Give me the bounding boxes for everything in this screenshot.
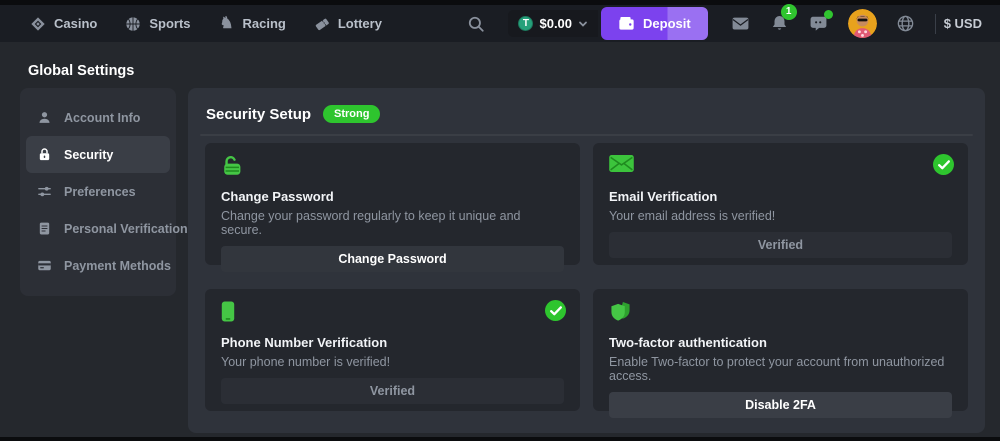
card-title: Phone Number Verification xyxy=(221,335,564,350)
nav-actions: T $0.00 Deposit 1 xyxy=(467,7,982,40)
vertical-divider xyxy=(935,14,936,34)
bottom-edge xyxy=(0,437,1000,441)
avatar[interactable] xyxy=(848,9,877,38)
sidebar-item-label: Preferences xyxy=(64,185,136,199)
balance-selector[interactable]: T $0.00 xyxy=(508,10,598,37)
chevron-down-icon xyxy=(578,19,588,29)
casino-diamond-icon xyxy=(30,16,46,32)
card-title: Two-factor authentication xyxy=(609,335,952,350)
tether-coin-icon: T xyxy=(518,16,533,31)
card-title: Change Password xyxy=(221,189,564,204)
lock-open-icon xyxy=(221,155,564,176)
card-description: Change your password regularly to keep i… xyxy=(221,209,564,237)
deposit-button[interactable]: Deposit xyxy=(601,7,708,40)
wallet-group: T $0.00 Deposit xyxy=(508,7,707,40)
nav-item-racing[interactable]: ♞ Racing xyxy=(219,16,286,32)
phone-verified-button[interactable]: Verified xyxy=(221,378,564,404)
card-email-verification: Email Verification Your email address is… xyxy=(593,143,968,265)
change-password-button[interactable]: Change Password xyxy=(221,246,564,272)
nav-item-lottery[interactable]: Lottery xyxy=(314,16,382,32)
nav-sections: Casino Sports ♞ Racing Lottery xyxy=(30,16,382,32)
sidebar-item-label: Account Info xyxy=(64,111,140,125)
phone-icon xyxy=(221,301,564,322)
security-setup-panel: Security Setup Strong Change Password Ch… xyxy=(188,88,985,433)
nav-item-label: Lottery xyxy=(338,16,382,31)
sidebar-item-label: Personal Verification xyxy=(64,222,188,236)
balance-amount: $0.00 xyxy=(539,16,572,31)
card-phone-verification: Phone Number Verification Your phone num… xyxy=(205,289,580,411)
security-cards-grid: Change Password Change your password reg… xyxy=(205,143,968,411)
deposit-label: Deposit xyxy=(643,16,691,31)
currency-selector[interactable]: $ USD xyxy=(935,14,982,34)
card-description: Your phone number is verified! xyxy=(221,355,564,369)
sidebar-item-preferences[interactable]: Preferences xyxy=(26,173,170,210)
sidebar-item-label: Payment Methods xyxy=(64,259,171,273)
notifications-bell-icon[interactable]: 1 xyxy=(770,14,790,34)
panel-title: Security Setup xyxy=(206,106,311,123)
nav-item-label: Racing xyxy=(243,16,286,31)
inbox-icon[interactable] xyxy=(731,14,751,34)
chat-icon[interactable] xyxy=(809,14,829,34)
sliders-icon xyxy=(37,184,52,199)
settings-sidebar: Account Info Security Preferences Person… xyxy=(20,88,176,296)
nav-item-label: Casino xyxy=(54,16,97,31)
credit-card-icon xyxy=(37,258,52,273)
lock-icon xyxy=(37,147,52,162)
notification-count-badge: 1 xyxy=(781,4,797,20)
nav-item-sports[interactable]: Sports xyxy=(125,16,190,32)
card-title: Email Verification xyxy=(609,189,952,204)
email-verified-button[interactable]: Verified xyxy=(609,232,952,258)
sidebar-item-account-info[interactable]: Account Info xyxy=(26,99,170,136)
lottery-ticket-icon xyxy=(314,16,330,32)
verified-check-icon xyxy=(545,300,566,321)
sidebar-item-security[interactable]: Security xyxy=(26,136,170,173)
chat-online-dot xyxy=(824,10,833,19)
person-icon xyxy=(37,110,52,125)
verified-check-icon xyxy=(933,154,954,175)
card-description: Enable Two-factor to protect your accoun… xyxy=(609,355,952,383)
card-two-factor: Two-factor authentication Enable Two-fac… xyxy=(593,289,968,411)
sidebar-item-label: Security xyxy=(64,148,113,162)
panel-header: Security Setup Strong xyxy=(188,88,985,134)
top-navbar: Casino Sports ♞ Racing Lottery T $0.00 xyxy=(0,5,1000,42)
header-divider xyxy=(200,134,973,136)
sidebar-item-payment-methods[interactable]: Payment Methods xyxy=(26,247,170,284)
disable-2fa-button[interactable]: Disable 2FA xyxy=(609,392,952,418)
envelope-icon xyxy=(609,155,952,176)
document-icon xyxy=(37,221,52,236)
card-change-password: Change Password Change your password reg… xyxy=(205,143,580,265)
globe-language-icon[interactable] xyxy=(896,14,916,34)
search-icon[interactable] xyxy=(467,15,485,33)
nav-item-casino[interactable]: Casino xyxy=(30,16,97,32)
page-title: Global Settings xyxy=(28,63,134,79)
sports-ball-icon xyxy=(125,16,141,32)
sidebar-item-personal-verification[interactable]: Personal Verification xyxy=(26,210,170,247)
currency-label: $ USD xyxy=(944,16,982,31)
racing-horse-icon: ♞ xyxy=(219,16,235,32)
card-description: Your email address is verified! xyxy=(609,209,952,223)
strength-badge: Strong xyxy=(323,105,380,123)
wallet-icon xyxy=(618,16,635,31)
two-shields-icon xyxy=(609,301,952,322)
nav-item-label: Sports xyxy=(149,16,190,31)
